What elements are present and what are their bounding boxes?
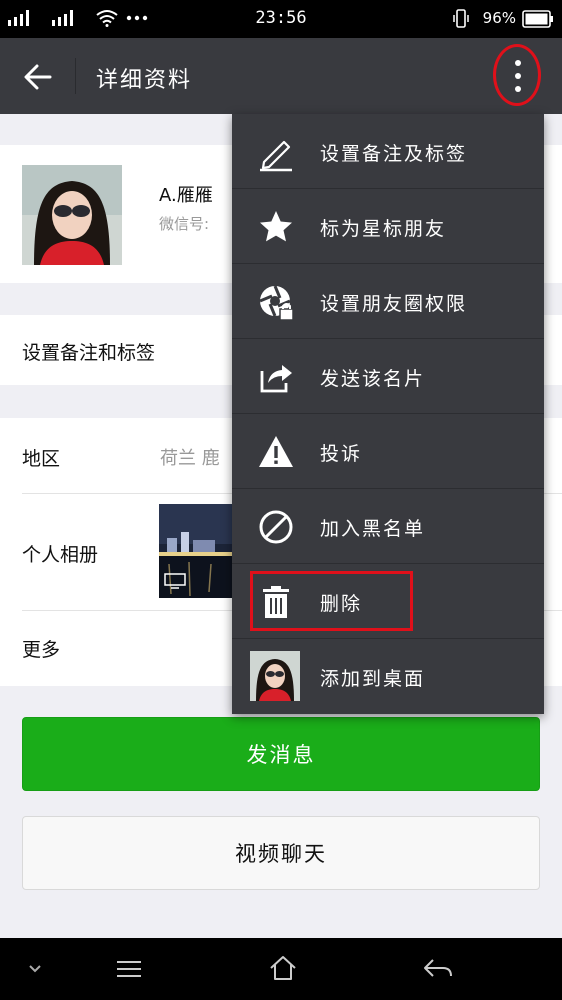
- avatar[interactable]: [22, 165, 122, 265]
- app-bar-divider: [75, 58, 76, 94]
- video-icon: [164, 573, 186, 589]
- menu-icon[interactable]: [116, 960, 142, 978]
- share-icon: [260, 365, 292, 393]
- chevron-down-icon[interactable]: [28, 964, 42, 974]
- clock: 23:56: [255, 8, 307, 28]
- menu-item-label: 添加到桌面: [320, 668, 426, 690]
- menu-item-blacklist[interactable]: 加入黑名单: [232, 489, 544, 564]
- profile-name: A.雁雁: [159, 185, 213, 206]
- block-icon: [259, 510, 293, 544]
- back-arrow-icon[interactable]: [24, 64, 52, 90]
- menu-item-send-card[interactable]: 发送该名片: [232, 339, 544, 414]
- menu-item-star-friend[interactable]: 标为星标朋友: [232, 189, 544, 264]
- region-label: 地区: [22, 448, 61, 470]
- menu-item-label: 发送该名片: [320, 368, 426, 390]
- menu-item-report[interactable]: 投诉: [232, 414, 544, 489]
- send-message-button[interactable]: 发消息: [22, 717, 540, 791]
- menu-item-label: 投诉: [320, 443, 363, 465]
- warning-icon: [259, 436, 293, 467]
- highlight-box: [250, 571, 413, 631]
- back-icon[interactable]: [423, 958, 453, 980]
- remark-tags-label: 设置备注和标签: [22, 342, 156, 364]
- menu-item-label: 加入黑名单: [320, 518, 426, 540]
- battery-percentage: 96%: [482, 9, 516, 27]
- menu-item-label: 设置朋友圈权限: [320, 293, 468, 315]
- navigation-bar: [0, 938, 562, 1000]
- menu-item-label: 标为星标朋友: [320, 218, 447, 240]
- video-chat-button[interactable]: 视频聊天: [22, 816, 540, 890]
- aperture-lock-icon: [259, 285, 294, 321]
- battery-icon: [522, 10, 553, 28]
- highlight-circle: [493, 44, 541, 106]
- album-label: 个人相册: [22, 544, 99, 566]
- menu-item-label: 设置备注及标签: [320, 143, 468, 165]
- home-icon[interactable]: [269, 955, 297, 981]
- status-bar: 23:56 96%: [0, 0, 562, 38]
- menu-item-set-remark[interactable]: 设置备注及标签: [232, 114, 544, 189]
- phone-vibrate-icon: [453, 9, 469, 28]
- wechat-id-label: 微信号:: [159, 215, 210, 233]
- menu-item-moments-permission[interactable]: 设置朋友圈权限: [232, 264, 544, 339]
- star-icon: [260, 211, 292, 242]
- region-value: 荷兰 鹿: [160, 448, 220, 469]
- more-label: 更多: [22, 639, 61, 661]
- avatar-thumb: [250, 651, 300, 701]
- album-thumbnail[interactable]: [159, 504, 235, 598]
- pencil-icon: [260, 140, 292, 172]
- menu-item-add-to-desktop[interactable]: 添加到桌面: [232, 639, 544, 714]
- page-title: 详细资料: [96, 68, 193, 93]
- app-bar: 详细资料: [0, 38, 562, 114]
